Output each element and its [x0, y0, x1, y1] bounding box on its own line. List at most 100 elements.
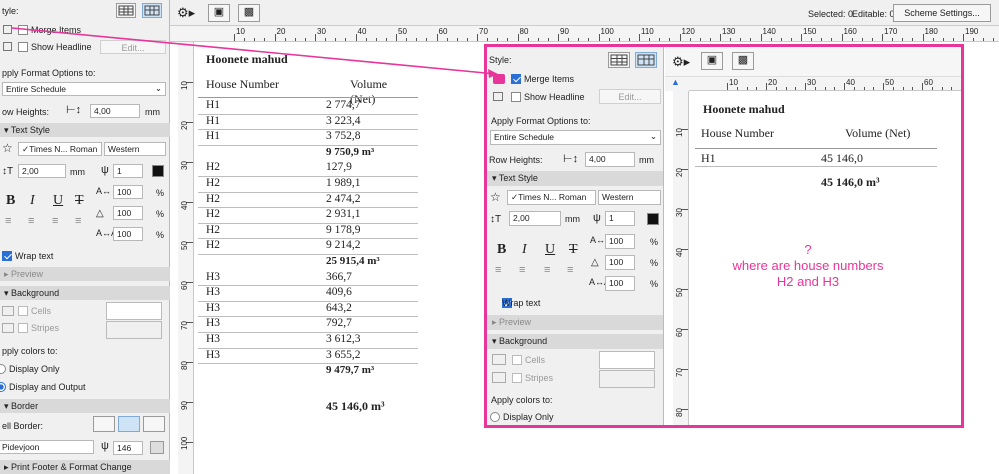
- right-style-grid-alt-button[interactable]: [635, 52, 657, 68]
- top-ruler-label: 120: [681, 27, 695, 36]
- right-char-spacing-input[interactable]: 100: [605, 234, 635, 249]
- row-separator: [198, 191, 418, 193]
- text-size-input[interactable]: 2,00: [18, 164, 66, 178]
- right-pen-color-swatch[interactable]: [647, 213, 659, 225]
- right-style-label: Style:: [489, 55, 512, 65]
- right-cells-color-swatch[interactable]: [599, 351, 655, 369]
- font-name-select[interactable]: ✓Times N... Roman: [18, 142, 102, 156]
- style-grid-alt-button[interactable]: [142, 3, 162, 18]
- script-select[interactable]: Western: [104, 142, 166, 156]
- right-merge-items-checkbox[interactable]: [511, 74, 521, 84]
- right-stripes-checkbox[interactable]: [512, 373, 522, 383]
- char-spacing-input[interactable]: 100: [113, 185, 143, 199]
- text-style-label: Text Style: [10, 125, 50, 135]
- show-headline-checkbox[interactable]: [18, 42, 28, 52]
- display-only-radio[interactable]: [0, 364, 6, 374]
- row-heights-input[interactable]: 4,00: [90, 104, 140, 118]
- cell-border-label: ell Border:: [2, 421, 44, 431]
- cells-color-swatch[interactable]: [106, 302, 162, 320]
- underline-button[interactable]: U: [53, 193, 63, 209]
- merge-view-button[interactable]: ▩: [238, 4, 260, 22]
- text-style-section[interactable]: ▾ Text Style: [0, 123, 170, 137]
- left-ruler-label: 40: [180, 201, 189, 210]
- right-script-select[interactable]: Western: [598, 190, 661, 205]
- stripes-color-swatch[interactable]: [106, 321, 162, 339]
- right-row-heights-input[interactable]: 4,00: [585, 152, 635, 167]
- wrap-text-checkbox[interactable]: [2, 251, 12, 261]
- right-top-ruler-minor-tick: [814, 87, 816, 90]
- pen-color-swatch[interactable]: [152, 165, 164, 177]
- right-bold-button[interactable]: B: [497, 242, 506, 258]
- right-apply-format-select[interactable]: Entire Schedule ⌄: [490, 130, 661, 145]
- right-align-center-icon[interactable]: ≡: [519, 264, 525, 276]
- border-color-swatch[interactable]: [150, 441, 164, 454]
- right-italic-button[interactable]: I: [522, 242, 527, 258]
- split-view-button[interactable]: ▣: [208, 4, 230, 22]
- right-row-heights-unit: mm: [639, 155, 654, 165]
- right-line-spacing-input[interactable]: 100: [605, 276, 635, 291]
- style-label: tyle:: [2, 6, 19, 16]
- align-center-icon[interactable]: ≡: [28, 215, 34, 227]
- bold-button[interactable]: B: [6, 193, 15, 209]
- border-outline-button[interactable]: [143, 416, 165, 432]
- align-left-icon[interactable]: ≡: [5, 215, 11, 227]
- row-house-number: H3: [206, 286, 221, 299]
- right-top-ruler: 10 20 30 40 50 60: [689, 77, 961, 91]
- apply-format-select[interactable]: Entire Schedule ⌄: [2, 82, 166, 96]
- strikethrough-button[interactable]: T: [75, 193, 84, 209]
- stripes-checkbox[interactable]: [18, 323, 28, 333]
- right-gear-icon[interactable]: ⚙▸: [672, 54, 690, 70]
- scheme-settings-button[interactable]: Scheme Settings...: [893, 4, 991, 22]
- right-text-style-section[interactable]: ▾ Text Style: [487, 171, 663, 186]
- line-type-select[interactable]: Pidevjoon: [0, 440, 94, 454]
- right-preview-section[interactable]: ▸ Preview: [487, 315, 663, 330]
- right-show-headline-label: Show Headline: [524, 92, 585, 102]
- right-style-grid-button[interactable]: [608, 52, 630, 68]
- right-merge-items-icon: [493, 74, 505, 84]
- preview-section[interactable]: ▸ Preview: [0, 267, 170, 281]
- top-ruler-minor-tick: [902, 38, 904, 41]
- border-grid-selected-button[interactable]: [118, 416, 140, 432]
- right-font-name-select[interactable]: ✓Times N... Roman: [507, 190, 596, 205]
- right-align-left-icon[interactable]: ≡: [495, 264, 501, 276]
- line-spacing-input[interactable]: 100: [113, 227, 143, 241]
- border-section[interactable]: ▾ Border: [0, 399, 170, 413]
- right-text-size-input[interactable]: 2,00: [509, 211, 561, 226]
- align-right-icon[interactable]: ≡: [52, 215, 58, 227]
- grid-icon: [118, 5, 134, 16]
- right-align-right-icon[interactable]: ≡: [544, 264, 550, 276]
- merge-items-checkbox[interactable]: [18, 25, 28, 35]
- right-background-section[interactable]: ▾ Background: [487, 334, 663, 349]
- background-section[interactable]: ▾ Background: [0, 286, 170, 300]
- right-strikethrough-button[interactable]: T: [569, 242, 578, 258]
- right-align-justify-icon[interactable]: ≡: [567, 264, 573, 276]
- print-footer-section[interactable]: ▸ Print Footer & Format Change: [0, 460, 170, 474]
- right-ruler-corner: ▲: [665, 77, 689, 91]
- right-merge-view-button[interactable]: ▩: [732, 52, 754, 70]
- right-stripes-color-swatch[interactable]: [599, 370, 655, 388]
- left-ruler-label: 60: [180, 281, 189, 290]
- gear-icon[interactable]: ⚙▸: [177, 5, 195, 21]
- display-output-radio[interactable]: [0, 382, 6, 392]
- italic-button[interactable]: I: [30, 193, 35, 209]
- style-grid-button[interactable]: [116, 3, 136, 18]
- edit-button[interactable]: Edit...: [100, 40, 166, 54]
- border-grid-button[interactable]: [93, 416, 115, 432]
- top-ruler-minor-tick: [325, 38, 327, 41]
- align-justify-icon[interactable]: ≡: [75, 215, 81, 227]
- headline-icon: [3, 42, 12, 51]
- row-house-number: H3: [206, 317, 221, 330]
- right-char-width-input[interactable]: 100: [605, 255, 635, 270]
- right-underline-button[interactable]: U: [545, 242, 555, 258]
- right-split-view-button[interactable]: ▣: [701, 52, 723, 70]
- right-cells-checkbox[interactable]: [512, 355, 522, 365]
- right-display-only-radio[interactable]: [490, 412, 500, 422]
- right-pen-input[interactable]: 1: [605, 211, 635, 226]
- cells-checkbox[interactable]: [18, 306, 28, 316]
- right-edit-button[interactable]: Edit...: [599, 89, 661, 104]
- right-show-headline-checkbox[interactable]: [511, 92, 521, 102]
- border-pen-input[interactable]: 146: [113, 441, 143, 455]
- pen-input[interactable]: 1: [113, 164, 143, 178]
- top-ruler-minor-tick: [851, 38, 853, 41]
- char-width-input[interactable]: 100: [113, 206, 143, 220]
